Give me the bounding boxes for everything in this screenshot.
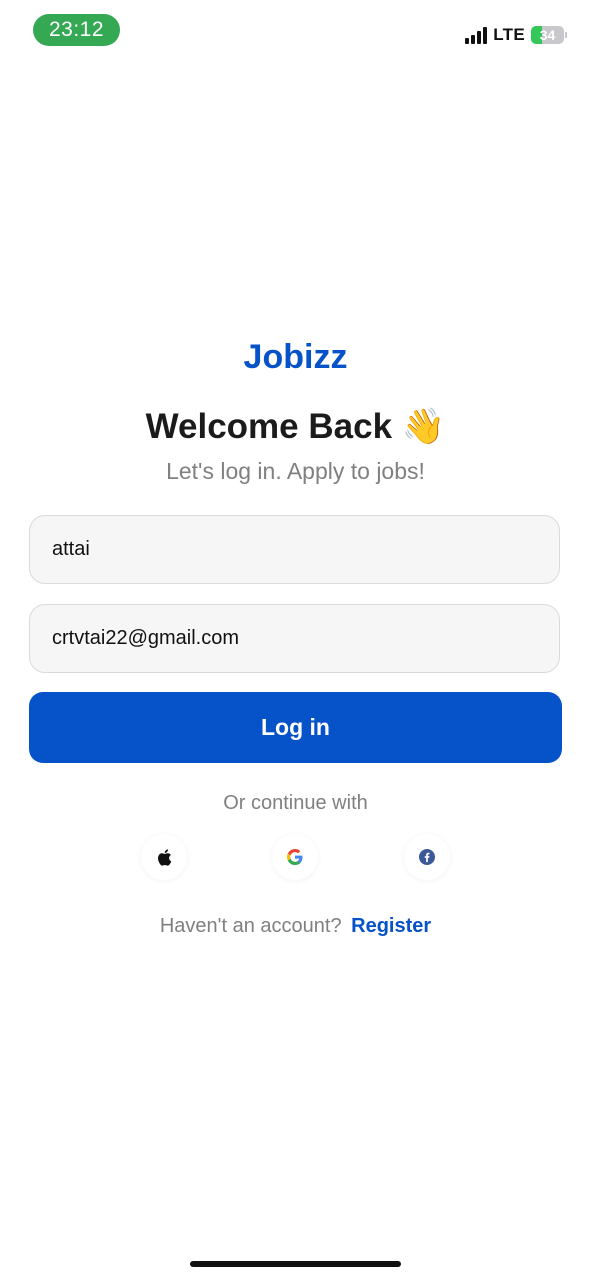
- apple-login-button[interactable]: [141, 834, 187, 880]
- register-prompt: Haven't an account? Register: [0, 915, 591, 938]
- facebook-icon: [419, 849, 435, 865]
- google-icon: [287, 849, 303, 865]
- social-divider-text: Or continue with: [223, 792, 368, 814]
- register-question: Haven't an account?: [159, 915, 342, 937]
- username-field: [29, 515, 560, 584]
- brand-logo: Jobizz: [243, 338, 348, 376]
- google-login-button[interactable]: [272, 834, 318, 880]
- login-screen: 23:12 LTE 34 Jobizz Welcome Back 👋 Let's…: [0, 0, 591, 1280]
- register-link[interactable]: Register: [351, 915, 431, 937]
- battery-percent: 34: [539, 27, 556, 43]
- email-field: [29, 604, 560, 673]
- email-input[interactable]: [30, 605, 559, 672]
- login-button[interactable]: Log in: [29, 692, 562, 763]
- status-time: 23:12: [33, 14, 120, 46]
- battery-icon: 34: [531, 26, 564, 44]
- page-subtitle: Let's log in. Apply to jobs!: [166, 458, 425, 484]
- facebook-login-button[interactable]: [404, 834, 450, 880]
- signal-icon: [465, 26, 488, 44]
- status-indicators: LTE 34: [465, 24, 567, 46]
- page-title: Welcome Back 👋: [145, 407, 446, 446]
- home-indicator[interactable]: [190, 1261, 401, 1267]
- apple-icon: [157, 848, 171, 866]
- network-type: LTE: [493, 25, 525, 44]
- battery-cap: [565, 32, 567, 38]
- username-input[interactable]: [30, 516, 559, 583]
